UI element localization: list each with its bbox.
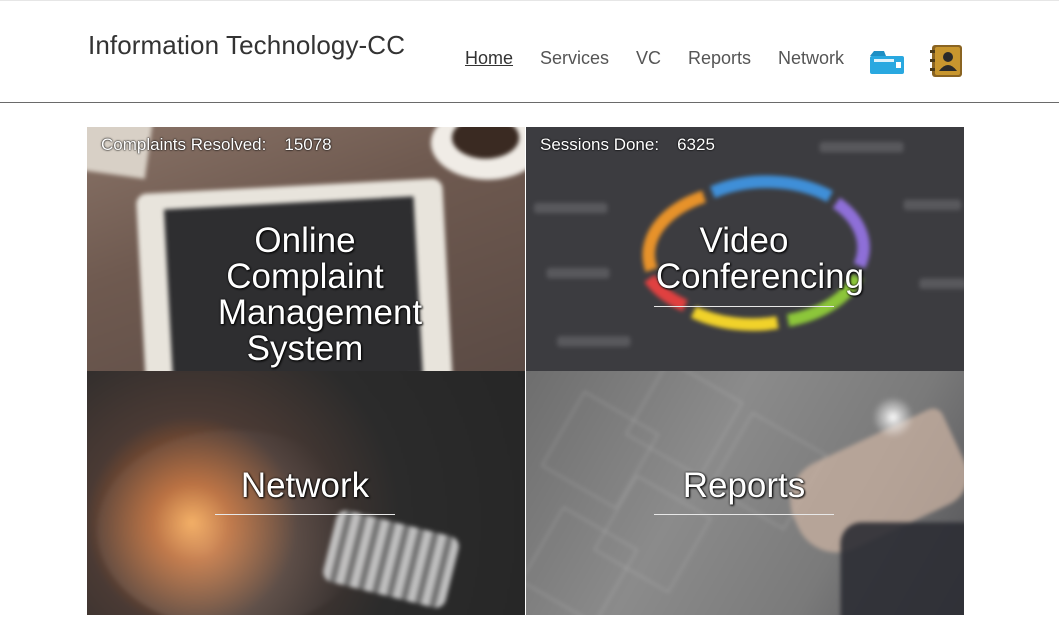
tile-reports[interactable]: Reports: [526, 371, 964, 615]
tile-title-complaint-line4: System: [246, 329, 364, 368]
tile-network[interactable]: Network: [87, 371, 525, 615]
address-book-icon[interactable]: [930, 44, 964, 78]
tile-title-network: Network: [240, 466, 370, 505]
tile-title-complaint-line1: Online: [254, 221, 356, 260]
top-border: [0, 0, 1059, 1]
sessions-counter-label: Sessions Done:: [540, 135, 660, 154]
tile-title-vc-line1: Video: [699, 221, 789, 260]
nav-vc[interactable]: VC: [636, 48, 661, 69]
tile-title-reports: Reports: [682, 466, 806, 505]
tile-complaint-management[interactable]: Complaints Resolved: 15078 Online Complai…: [87, 127, 525, 371]
sessions-counter-value: 6325: [677, 135, 715, 154]
title-underline: [215, 514, 395, 515]
complaints-counter-value: 15078: [284, 135, 332, 154]
title-underline: [654, 514, 834, 515]
nav-services[interactable]: Services: [540, 48, 609, 69]
nav-network[interactable]: Network: [778, 48, 844, 69]
tile-title-complaint-line3: Management: [217, 293, 423, 332]
tile-title-vc-line2: Conferencing: [655, 257, 865, 296]
complaints-counter: Complaints Resolved: 15078: [101, 135, 332, 155]
documents-icon[interactable]: [870, 50, 904, 74]
nav-home[interactable]: Home: [465, 48, 513, 69]
title-underline: [654, 306, 834, 307]
tile-title-complaint-line2: Complaint: [226, 257, 384, 296]
tile-video-conferencing[interactable]: Sessions Done: 6325 Video Conferencing: [526, 127, 964, 371]
header-divider: [0, 102, 1059, 103]
services-grid: Complaints Resolved: 15078 Online Complai…: [87, 127, 964, 615]
sessions-counter: Sessions Done: 6325: [540, 135, 715, 155]
complaints-counter-label: Complaints Resolved:: [101, 135, 267, 154]
nav-reports[interactable]: Reports: [688, 48, 751, 69]
site-brand[interactable]: Information Technology-CC: [88, 30, 405, 61]
